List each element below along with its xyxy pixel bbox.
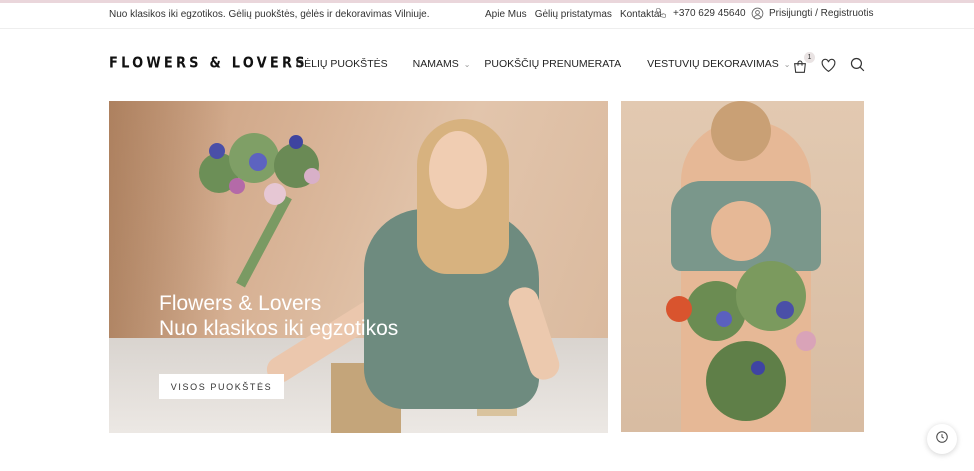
side-banner[interactable] [621, 101, 864, 432]
all-bouquets-button[interactable]: VISOS PUOKŠTĖS [159, 374, 284, 399]
clock-icon [935, 430, 949, 449]
side-bouquet [656, 241, 836, 431]
main-nav: GĖLIŲ PUOKŠTĖS NAMAMS ⌄ PUOKŠČIŲ PRENUME… [296, 58, 791, 70]
history-button[interactable] [927, 424, 957, 454]
tagline: Nuo klasikos iki egzotikos. Gėlių puokšt… [109, 9, 430, 20]
phone-number: +370 629 45640 [673, 7, 746, 19]
nav-item-wedding[interactable]: VESTUVIŲ DEKORAVIMAS ⌄ [647, 58, 790, 70]
cart-button[interactable]: 1 [792, 52, 815, 75]
nav-label: VESTUVIŲ DEKORAVIMAS [647, 58, 779, 70]
login-register-label: Prisijungti / Registruotis [769, 8, 874, 19]
phone-link[interactable]: +370 629 45640 [655, 7, 746, 19]
hero-title: Flowers & Lovers Nuo klasikos iki egzoti… [159, 291, 398, 341]
cart-count-badge: 1 [804, 52, 815, 63]
user-icon [751, 7, 764, 20]
top-links: Apie Mus Gėlių pristatymas Kontaktai [485, 9, 662, 20]
hero-bouquet [189, 123, 339, 253]
account-link[interactable]: Prisijungti / Registruotis [751, 7, 873, 20]
nav-label: PUOKŠČIŲ PRENUMERATA [484, 58, 622, 70]
hero-title-line2: Nuo klasikos iki egzotikos [159, 317, 399, 340]
search-icon [849, 57, 866, 77]
wishlist-button[interactable] [820, 57, 837, 78]
link-about[interactable]: Apie Mus [485, 9, 527, 20]
header-icons: 1 [792, 52, 866, 78]
cart-icon [792, 60, 808, 79]
chevron-down-icon: ⌄ [463, 59, 471, 69]
top-info-bar: Nuo klasikos iki egzotikos. Gėlių puokšt… [0, 3, 974, 29]
hero-banner: Flowers & Lovers Nuo klasikos iki egzoti… [109, 101, 608, 433]
hero-figure-face [429, 131, 487, 209]
side-figure-head [711, 101, 771, 161]
search-button[interactable] [849, 56, 866, 78]
nav-item-subscription[interactable]: PUOKŠČIŲ PRENUMERATA [484, 58, 621, 70]
site-logo[interactable]: FLOWERS & LOVERS [109, 55, 308, 72]
link-delivery[interactable]: Gėlių pristatymas [535, 9, 612, 20]
hero-title-line1: Flowers & Lovers [159, 292, 322, 315]
phone-icon [655, 7, 667, 19]
nav-label: GĖLIŲ PUOKŠTĖS [296, 58, 388, 70]
nav-label: NAMAMS [412, 58, 459, 70]
nav-item-bouquets[interactable]: GĖLIŲ PUOKŠTĖS [296, 58, 388, 70]
chevron-down-icon: ⌄ [783, 59, 791, 69]
nav-item-home[interactable]: NAMAMS ⌄ [413, 58, 471, 70]
main-header: FLOWERS & LOVERS GĖLIŲ PUOKŠTĖS NAMAMS ⌄… [0, 30, 974, 100]
heart-icon [820, 58, 837, 77]
